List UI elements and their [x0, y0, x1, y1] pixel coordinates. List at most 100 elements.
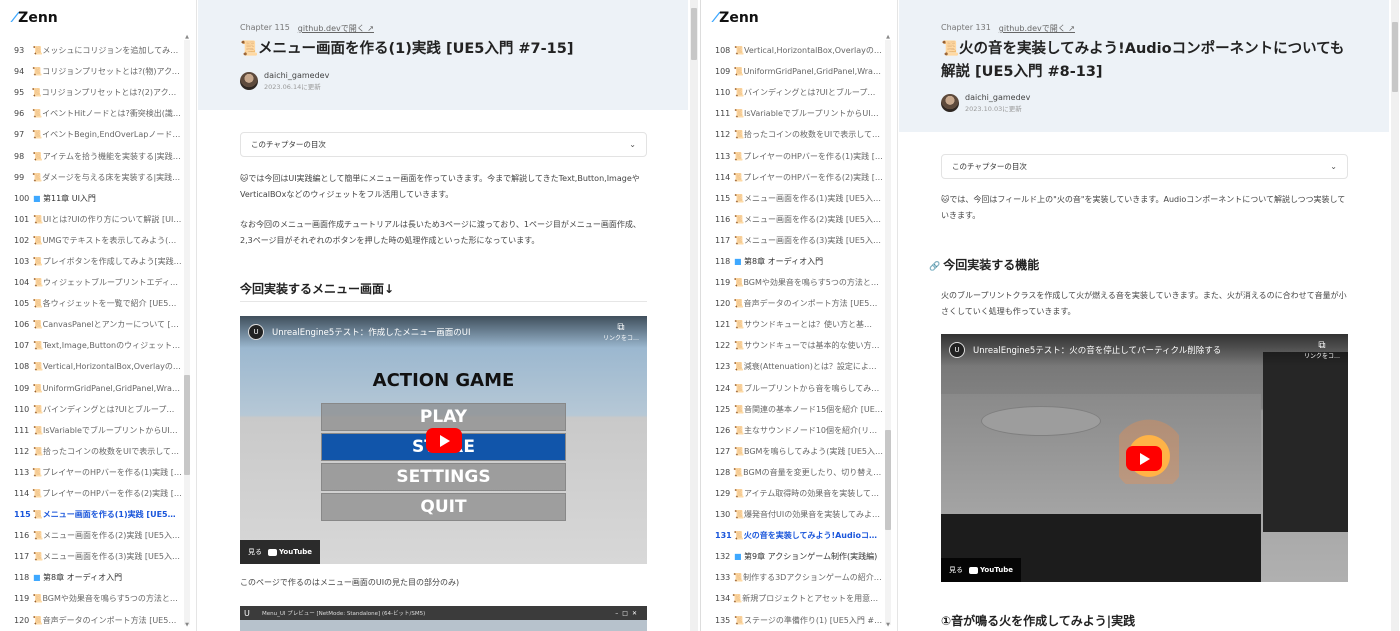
sidebar-item-110[interactable]: 110 📜 バインディングとは?UIとブループ…: [701, 82, 883, 103]
sidebar-item-131[interactable]: 131 📜 火の音を実装してみよう!Audioコン…: [701, 525, 883, 546]
play-icon[interactable]: [1126, 446, 1162, 471]
sidebar-item-127[interactable]: 127 📜 BGMを鳴らしてみよう(実践 [UE5入…: [701, 441, 883, 462]
sidebar-item-111[interactable]: 111 📜 IsVariableでブループリントからUI…: [701, 103, 883, 124]
copy-icon: ⧉: [1318, 340, 1326, 351]
play-icon[interactable]: [426, 428, 462, 453]
sidebar-item-113[interactable]: 113 📜 プレイヤーのHPバーを作る(1)実践 [U…: [0, 462, 182, 483]
chapter-number: 127: [715, 446, 731, 456]
page-scrollbar[interactable]: [690, 0, 698, 631]
anchor-link-icon[interactable]: 🔗: [929, 262, 940, 272]
sidebar-item-115[interactable]: 115 📜 メニュー画面を作る(1)実践 [UE5入…: [701, 188, 883, 209]
scroll-down-arrow-icon[interactable]: ▼: [885, 622, 891, 628]
author-info[interactable]: daichi_gamedev 2023.06.14に更新: [240, 71, 329, 91]
sidebar-item-113[interactable]: 113 📜 プレイヤーのHPバーを作る(1)実践 [U…: [701, 145, 883, 166]
sidebar-item-118[interactable]: 118 ■ 第8章 オーディオ入門: [701, 251, 883, 272]
sidebar-item-117[interactable]: 117 📜 メニュー画面を作る(3)実践 [UE5入…: [0, 546, 182, 567]
sidebar-item-106[interactable]: 106 📜 CanvasPanelとアンカーについて [U…: [0, 314, 182, 335]
sidebar-item-114[interactable]: 114 📜 プレイヤーのHPバーを作る(2)実践 [U…: [0, 483, 182, 504]
sidebar-item-101[interactable]: 101 📜 UIとは?UIの作り方について解説 [UI…: [0, 209, 182, 230]
sidebar-item-98[interactable]: 98 📜 アイテムを拾う機能を実装する|実践|…: [0, 145, 182, 166]
page-scrollbar[interactable]: [1391, 0, 1399, 631]
sidebar-item-100[interactable]: 100 ■ 第11章 UI入門: [0, 188, 182, 209]
sidebar-item-133[interactable]: 133 📜 制作する3Dアクションゲームの紹介と…: [701, 567, 883, 588]
page-scroll-thumb[interactable]: [1392, 22, 1398, 92]
sidebar-item-123[interactable]: 123 📜 減衰(Attenuation)とは？設定によっ…: [701, 356, 883, 377]
chapter-title: コリジョンプリセットとは?(物)アクタ…: [42, 67, 182, 77]
scroll-down-arrow-icon[interactable]: ▼: [184, 622, 190, 628]
sidebar-item-110[interactable]: 110 📜 バインディングとは?UIとブループ…: [0, 399, 182, 420]
sidebar-scroll-thumb[interactable]: [184, 375, 190, 475]
sidebar-item-105[interactable]: 105 📜 各ウィジェットを一覧で紹介 [UE5入…: [0, 293, 182, 314]
copy-link-button[interactable]: ⧉ リンクをコ…: [1304, 340, 1340, 360]
chapter-toc-toggle[interactable]: このチャプターの目次 ⌄: [941, 154, 1348, 179]
chapter-toc-toggle[interactable]: このチャプターの目次 ⌄: [240, 132, 647, 157]
avatar[interactable]: [941, 94, 959, 112]
zenn-logo[interactable]: ⁄ Zenn: [14, 9, 58, 27]
sidebar-item-132[interactable]: 132 ■ 第9章 アクションゲーム制作(実践編): [701, 546, 883, 567]
video-title[interactable]: UnrealEngine5テスト：火の音を停止してパーティクル削除する: [973, 344, 1221, 356]
page-scroll-thumb[interactable]: [691, 8, 697, 60]
sidebar-item-130[interactable]: 130 📜 爆発音付UIの効果音を実装してみよ…: [701, 504, 883, 525]
chapter-title: メッシュにコリジョンを追加してみよ…: [42, 46, 182, 56]
github-dev-link[interactable]: github.devで開く ↗: [999, 23, 1075, 34]
sidebar-item-108[interactable]: 108 📜 Vertical,HorizontalBox,Overlayの…: [701, 40, 883, 61]
sidebar-item-134[interactable]: 134 📜 新規プロジェクトとアセットを用意する[…: [701, 588, 883, 609]
zenn-logo[interactable]: ⁄ Zenn: [715, 9, 759, 27]
sidebar-item-125[interactable]: 125 📜 音関連の基本ノード15個を紹介 [UE…: [701, 399, 883, 420]
chapter-title: BGMの音量を変更したり、切り替えた…: [743, 467, 883, 477]
sidebar-item-115[interactable]: 115 📜 メニュー画面を作る(1)実践 [UE5入…: [0, 504, 182, 525]
author-info[interactable]: daichi_gamedev 2023.10.03に更新: [941, 93, 1030, 113]
avatar[interactable]: [240, 72, 258, 90]
chapter-title: ステージの準備作り(1) [UE5入門 #…: [744, 615, 883, 625]
sidebar-item-116[interactable]: 116 📜 メニュー画面を作る(2)実践 [UE5入…: [0, 525, 182, 546]
sidebar-item-96[interactable]: 96 📜 イベントHitノードとは?衝突検出(識別…: [0, 103, 182, 124]
sidebar-item-122[interactable]: 122 📜 サウンドキューでは基本的な使い方…: [701, 335, 883, 356]
copy-link-button[interactable]: ⧉ リンクをコ…: [603, 322, 639, 342]
author-name[interactable]: daichi_gamedev: [965, 93, 1030, 102]
sidebar-item-117[interactable]: 117 📜 メニュー画面を作る(3)実践 [UE5入…: [701, 230, 883, 251]
youtube-embed[interactable]: U UnrealEngine5テスト：作成したメニュー画面のUI ⧉ リンクをコ…: [240, 316, 647, 564]
sidebar-item-95[interactable]: 95 📜 コリジョンプリセットとは?(2)アクター…: [0, 82, 182, 103]
sidebar-item-103[interactable]: 103 📜 プレイボタンを作成してみよう[実践 …: [0, 251, 182, 272]
sidebar-item-104[interactable]: 104 📜 ウィジェットブループリントエディ…: [0, 272, 182, 293]
chapter-title: メニュー画面を作る(2)実践 [UE5入…: [744, 214, 881, 224]
video-title[interactable]: UnrealEngine5テスト：作成したメニュー画面のUI: [272, 326, 471, 338]
sidebar-item-97[interactable]: 97 📜 イベントBegin,EndOverLapノードと…: [0, 124, 182, 145]
author-name[interactable]: daichi_gamedev: [264, 71, 329, 80]
sidebar-scroll-thumb[interactable]: [885, 430, 891, 530]
sidebar-item-93[interactable]: 93 📜 メッシュにコリジョンを追加してみよ…: [0, 40, 182, 61]
sidebar-item-112[interactable]: 112 📜 拾ったコインの枚数をUIで表示して…: [0, 441, 182, 462]
intro-paragraph: 🐱では今回はUI実践編として簡単にメニュー画面を作っていきます。今まで解説してき…: [240, 174, 640, 199]
sidebar-scrollbar[interactable]: [184, 40, 190, 625]
watch-on-youtube-button[interactable]: 見る YouTube: [941, 558, 1021, 582]
sidebar-item-121[interactable]: 121 📜 サウンドキューとは？使い方と基…: [701, 314, 883, 335]
sidebar-item-99[interactable]: 99 📜 ダメージを与える床を実装する|実践|U…: [0, 167, 182, 188]
sidebar-item-119[interactable]: 119 📜 BGMや効果音を鳴らす5つの方法とは…: [0, 588, 182, 609]
watch-on-youtube-button[interactable]: 見る YouTube: [240, 540, 320, 564]
sidebar-item-129[interactable]: 129 📜 アイテム取得時の効果音を実装して…: [701, 483, 883, 504]
github-dev-link[interactable]: github.devで開く ↗: [298, 23, 374, 34]
sidebar-item-111[interactable]: 111 📜 IsVariableでブループリントからUI…: [0, 420, 182, 441]
sidebar-item-114[interactable]: 114 📜 プレイヤーのHPバーを作る(2)実践 [U…: [701, 167, 883, 188]
sidebar-item-109[interactable]: 109 📜 UniformGridPanel,GridPanel,Wrap…: [0, 378, 182, 399]
sidebar-item-120[interactable]: 120 📜 音声データのインポート方法 [UE5入…: [0, 610, 182, 631]
sidebar-item-120[interactable]: 120 📜 音声データのインポート方法 [UE5入…: [701, 293, 883, 314]
article-header: Chapter 131 github.devで開く ↗ 📜火の音を実装してみよう…: [899, 0, 1389, 132]
sidebar-item-102[interactable]: 102 📜 UMGでテキストを表示してみよう(文…: [0, 230, 182, 251]
sidebar-item-116[interactable]: 116 📜 メニュー画面を作る(2)実践 [UE5入…: [701, 209, 883, 230]
sidebar-item-128[interactable]: 128 📜 BGMの音量を変更したり、切り替えた…: [701, 462, 883, 483]
sidebar-item-135[interactable]: 135 📜 ステージの準備作り(1) [UE5入門 #…: [701, 610, 883, 631]
sidebar-item-107[interactable]: 107 📜 Text,Image,Buttonのウィジェット…: [0, 335, 182, 356]
sidebar-item-112[interactable]: 112 📜 拾ったコインの枚数をUIで表示して…: [701, 124, 883, 145]
youtube-embed[interactable]: U UnrealEngine5テスト：火の音を停止してパーティクル削除する ⧉ …: [941, 334, 1348, 582]
sidebar-item-118[interactable]: 118 ■ 第8章 オーディオ入門: [0, 567, 182, 588]
chapter-number: 117: [14, 552, 30, 562]
chapter-title: アイテム取得時の効果音を実装して…: [744, 489, 879, 499]
sidebar-item-109[interactable]: 109 📜 UniformGridPanel,GridPanel,Wrap…: [701, 61, 883, 82]
sidebar-item-94[interactable]: 94 📜 コリジョンプリセットとは?(物)アクタ…: [0, 61, 182, 82]
sidebar-scrollbar[interactable]: [885, 40, 891, 625]
sidebar-item-119[interactable]: 119 📜 BGMや効果音を鳴らす5つの方法とは…: [701, 272, 883, 293]
sidebar-item-126[interactable]: 126 📜 主なサウンドノード10個を紹介(リ…: [701, 420, 883, 441]
sidebar-item-124[interactable]: 124 📜 ブループリントから音を鳴らしてみ…: [701, 378, 883, 399]
sidebar-item-108[interactable]: 108 📜 Vertical,HorizontalBox,Overlayの…: [0, 356, 182, 377]
